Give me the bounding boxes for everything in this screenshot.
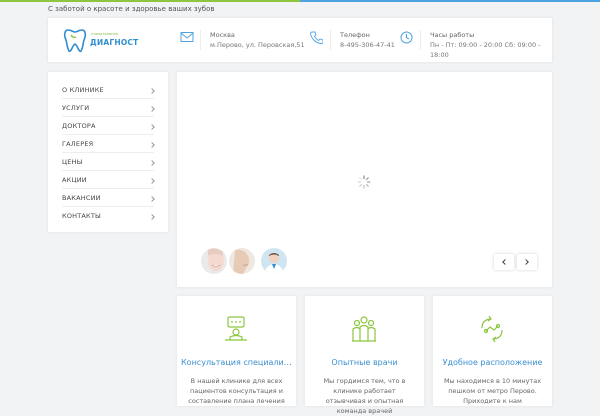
logo-title: ДИАГНОСТ — [90, 38, 139, 47]
doctor-thumbnail-icon — [261, 248, 287, 274]
sidebar-item-services[interactable]: УСЛУГИ — [48, 99, 168, 117]
card-text: Мы находимся в 10 минутах пешком от метр… — [443, 377, 542, 405]
address-value: м.Перово, ул. Перовская,51 — [210, 41, 305, 49]
feature-card-consultation: Консультация специалиста В нашей клинике… — [177, 296, 296, 406]
sidebar-menu: О КЛИНИКЕ УСЛУГИ ДОКТОРА ГАЛЕРЕЯ ЦЕНЫ АК… — [48, 72, 168, 232]
sidebar-item-vacancies[interactable]: ВАКАНСИИ — [48, 189, 168, 207]
tooth-logo-icon — [63, 29, 87, 53]
logo[interactable]: стоматология ДИАГНОСТ — [62, 26, 152, 54]
sidebar-item-label: ВАКАНСИИ — [62, 194, 101, 202]
profile-thumbnail-icon — [229, 248, 255, 274]
tagline: С заботой о красоте и здоровье ваших зуб… — [48, 5, 215, 13]
phone-value[interactable]: 8-495-306-47-41 — [340, 40, 395, 50]
chevron-right-icon — [149, 142, 155, 148]
chevron-right-icon — [149, 214, 155, 220]
phone-icon — [310, 31, 323, 44]
slider-next-button[interactable] — [517, 254, 537, 270]
sidebar-item-label: АКЦИИ — [62, 176, 87, 184]
sidebar-item-doctors[interactable]: ДОКТОРА — [48, 117, 168, 135]
card-text: В нашей клинике для всех пациентов консу… — [188, 377, 285, 405]
mail-icon — [180, 32, 194, 42]
doctors-icon — [352, 316, 376, 342]
clock-icon — [400, 31, 413, 44]
chevron-right-icon — [149, 196, 155, 202]
card-title[interactable]: Удобное расположение — [433, 358, 552, 367]
sidebar-item-label: КОНТАКТЫ — [62, 212, 101, 220]
chevron-left-icon — [502, 259, 508, 265]
divider — [420, 30, 421, 50]
sidebar-item-prices[interactable]: ЦЕНЫ — [48, 153, 168, 171]
phone-title: Телефон — [340, 31, 370, 39]
consultation-icon — [225, 316, 247, 341]
address-block: Москва м.Перово, ул. Перовская,51 — [210, 30, 305, 50]
header: стоматология ДИАГНОСТ Москва м.Перово, у… — [48, 18, 552, 62]
address-city: Москва — [210, 31, 235, 39]
sidebar-item-label: УСЛУГИ — [62, 104, 90, 112]
chevron-right-icon — [149, 160, 155, 166]
slider-thumb-face[interactable] — [201, 248, 227, 274]
chevron-right-icon — [149, 88, 155, 94]
chevron-right-icon — [523, 259, 529, 265]
slider-thumb-doctor[interactable] — [261, 248, 287, 274]
sidebar-item-label: ГАЛЕРЕЯ — [62, 140, 94, 148]
chevron-right-icon — [149, 106, 155, 112]
logo-subtitle: стоматология — [91, 32, 118, 36]
sidebar-item-about[interactable]: О КЛИНИКЕ — [48, 81, 168, 99]
image-slider — [177, 72, 552, 287]
face-thumbnail-icon — [201, 248, 227, 274]
card-text: Мы гордимся тем, что в клинике работает … — [323, 377, 406, 415]
divider — [330, 30, 331, 50]
feature-card-location: Удобное расположение Мы находимся в 10 м… — [433, 296, 552, 406]
card-title[interactable]: Опытные врачи — [305, 358, 424, 367]
sidebar-item-promotions[interactable]: АКЦИИ — [48, 171, 168, 189]
slider-prev-button[interactable] — [494, 254, 514, 270]
sidebar-item-gallery[interactable]: ГАЛЕРЕЯ — [48, 135, 168, 153]
sidebar-item-label: О КЛИНИКЕ — [62, 86, 104, 94]
hours-title: Часы работы — [430, 31, 475, 39]
divider — [200, 30, 201, 50]
slider-thumb-profile[interactable] — [229, 248, 255, 274]
card-title[interactable]: Консультация специалиста — [177, 358, 296, 367]
hours-block: Часы работы Пн - Пт: 09:00 - 20:00 Сб: 0… — [430, 30, 552, 60]
top-stripe — [0, 0, 600, 2]
sidebar-item-contacts[interactable]: КОНТАКТЫ — [48, 207, 168, 225]
hours-value: Пн - Пт: 09:00 - 20:00 Сб: 09:00 - 18:00 — [430, 41, 541, 59]
phone-block[interactable]: Телефон 8-495-306-47-41 — [340, 30, 395, 50]
location-icon — [481, 315, 503, 343]
loading-spinner-icon — [357, 175, 371, 189]
sidebar-item-label: ЦЕНЫ — [62, 158, 83, 166]
sidebar-item-label: ДОКТОРА — [62, 122, 96, 130]
feature-card-doctors: Опытные врачи Мы гордимся тем, что в кли… — [305, 296, 424, 415]
chevron-right-icon — [149, 178, 155, 184]
chevron-right-icon — [149, 124, 155, 130]
